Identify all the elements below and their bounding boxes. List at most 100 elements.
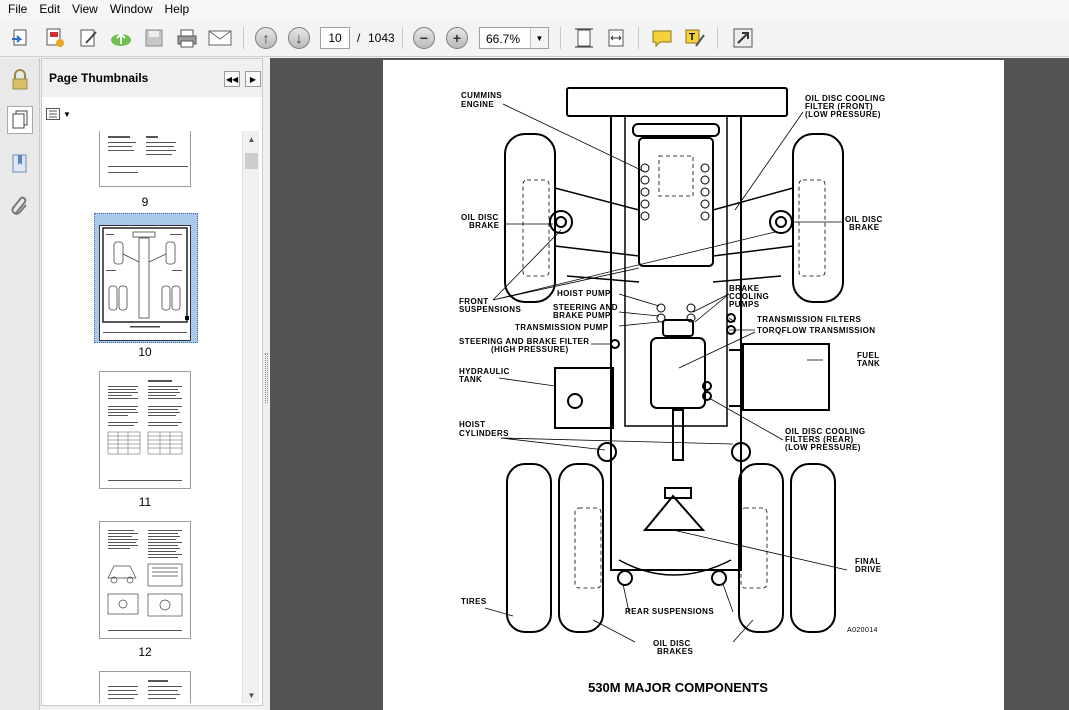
zoom-in-button[interactable]: + xyxy=(444,25,470,51)
document-viewer[interactable]: CUMMINS ENGINE OIL DISC COOLING FILTER (… xyxy=(270,58,1069,710)
save-icon xyxy=(145,29,163,47)
label-hoist-cylinders: HOIST xyxy=(459,420,485,429)
toolbar-separator xyxy=(560,27,561,49)
page-number-input[interactable]: 10 xyxy=(320,27,350,49)
thumbnails-header: Page Thumbnails ◀◀ ▶ xyxy=(42,59,262,97)
fit-width-icon xyxy=(608,29,624,47)
fit-page-button[interactable] xyxy=(571,25,597,51)
collapse-panel-button[interactable]: ◀◀ xyxy=(224,71,240,87)
page-preview xyxy=(102,227,189,333)
page-preview xyxy=(107,530,183,631)
thumbnail-options-button[interactable]: ▼ xyxy=(46,105,72,123)
highlight-icon: T xyxy=(685,29,705,47)
pages-icon xyxy=(12,110,28,129)
chevron-down-icon[interactable]: ▼ xyxy=(530,28,548,48)
edit-icon xyxy=(80,29,97,47)
attachment-icon xyxy=(11,196,27,215)
panel-title: Page Thumbnails xyxy=(49,71,149,85)
bookmark-icon xyxy=(12,154,27,173)
thumbnails-panel: Page Thumbnails ◀◀ ▶ ▼ 9 10 11 12 ▲ ▼ xyxy=(41,58,263,706)
zoom-select[interactable]: 66.7% ▼ xyxy=(479,27,549,49)
toolbar-separator xyxy=(402,27,403,49)
double-chevron-left-icon: ◀◀ xyxy=(225,74,239,84)
label-tires: TIRES xyxy=(461,597,487,606)
thumbnail-label-12: 12 xyxy=(138,645,152,659)
thumbnail-page-9[interactable] xyxy=(99,131,191,187)
menu-edit[interactable]: Edit xyxy=(33,0,66,19)
print-icon xyxy=(177,29,197,48)
label-hoist-pump: HOIST PUMP xyxy=(557,289,611,298)
page-separator: / xyxy=(357,31,361,45)
figure-caption: 530M MAJOR COMPONENTS xyxy=(588,680,768,695)
label-oil-disc-brakes: BRAKES xyxy=(657,647,693,656)
zoom-out-icon: − xyxy=(413,27,435,49)
menu-help[interactable]: Help xyxy=(159,0,196,19)
scroll-up-icon[interactable]: ▲ xyxy=(243,131,260,147)
upload-button[interactable] xyxy=(108,25,134,51)
label-steering-brake-filter: (HIGH PRESSURE) xyxy=(491,345,569,354)
next-page-button[interactable]: ↓ xyxy=(286,25,312,51)
thumbnails-list: 9 10 11 12 xyxy=(45,131,259,703)
fit-width-button[interactable] xyxy=(603,25,629,51)
label-transmission-filters: TRANSMISSION FILTERS xyxy=(757,315,862,324)
toolbar-separator xyxy=(638,27,639,49)
label-oil-disc-brake-right: BRAKE xyxy=(849,223,880,232)
thumbnail-page-13[interactable] xyxy=(99,671,191,703)
email-icon xyxy=(208,30,232,46)
open-file-icon xyxy=(12,29,27,46)
scrollbar-thumb[interactable] xyxy=(245,153,258,169)
bookmarks-button[interactable] xyxy=(7,150,33,178)
toolbar-separator xyxy=(717,27,718,49)
attachments-button[interactable] xyxy=(7,192,33,220)
create-pdf-button[interactable] xyxy=(42,25,68,51)
chevron-down-icon: ▼ xyxy=(63,109,71,119)
thumbnail-page-12[interactable] xyxy=(99,521,191,639)
fit-page-icon xyxy=(575,28,593,48)
figure-id: A020014 xyxy=(847,627,878,634)
label-hoist-cylinders: CYLINDERS xyxy=(459,429,509,438)
upload-cloud-icon xyxy=(111,32,131,46)
open-file-button[interactable] xyxy=(8,25,34,51)
page-preview xyxy=(107,380,183,481)
major-components-diagram: CUMMINS ENGINE OIL DISC COOLING FILTER (… xyxy=(459,87,885,656)
label-oil-disc-cooling-rear: (LOW PRESSURE) xyxy=(785,443,861,452)
lock-icon xyxy=(12,69,28,90)
menu-window[interactable]: Window xyxy=(104,0,159,19)
label-transmission-pump: TRANSMISSION PUMP xyxy=(515,323,609,332)
label-front-suspensions: SUSPENSIONS xyxy=(459,305,521,314)
thumbnail-page-10[interactable] xyxy=(99,225,191,341)
label-oil-disc-cooling-front: (LOW PRESSURE) xyxy=(805,110,881,119)
thumbnail-label-10: 10 xyxy=(138,345,152,359)
label-fuel-tank: TANK xyxy=(857,359,880,368)
comment-button[interactable] xyxy=(649,25,675,51)
email-button[interactable] xyxy=(207,25,233,51)
thumbnails-scrollbar[interactable]: ▲ ▼ xyxy=(242,131,259,703)
previous-page-button[interactable]: ↑ xyxy=(253,25,279,51)
expand-panel-button[interactable]: ▶ xyxy=(245,71,261,87)
print-button[interactable] xyxy=(174,25,200,51)
comment-icon xyxy=(652,30,672,48)
label-rear-suspensions: REAR SUSPENSIONS xyxy=(625,607,714,616)
toolbar: ↑ ↓ 10 / 1043 − + 66.7% ▼ T xyxy=(0,19,1069,57)
fullscreen-button[interactable] xyxy=(730,25,756,51)
panel-splitter[interactable] xyxy=(263,58,270,710)
document-page: CUMMINS ENGINE OIL DISC COOLING FILTER (… xyxy=(383,60,1004,710)
thumbnail-page-11[interactable] xyxy=(99,371,191,489)
edit-button[interactable] xyxy=(76,25,102,51)
toolbar-separator xyxy=(243,27,244,49)
highlight-button[interactable]: T xyxy=(682,25,708,51)
menu-file[interactable]: File xyxy=(2,0,33,19)
scroll-down-icon[interactable]: ▼ xyxy=(243,687,260,703)
splitter-grip[interactable] xyxy=(265,353,268,403)
security-button[interactable] xyxy=(7,66,33,94)
menu-view[interactable]: View xyxy=(66,0,104,19)
page-thumbnails-button[interactable] xyxy=(7,106,33,134)
page-down-icon: ↓ xyxy=(288,27,310,49)
zoom-out-button[interactable]: − xyxy=(411,25,437,51)
svg-text:T: T xyxy=(689,32,695,43)
label-final-drive: DRIVE xyxy=(855,565,882,574)
label-cummins-engine: CUMMINS xyxy=(461,91,502,100)
save-button[interactable] xyxy=(141,25,167,51)
label-cummins-engine: ENGINE xyxy=(461,100,494,109)
navigation-pane-strip xyxy=(0,58,40,710)
